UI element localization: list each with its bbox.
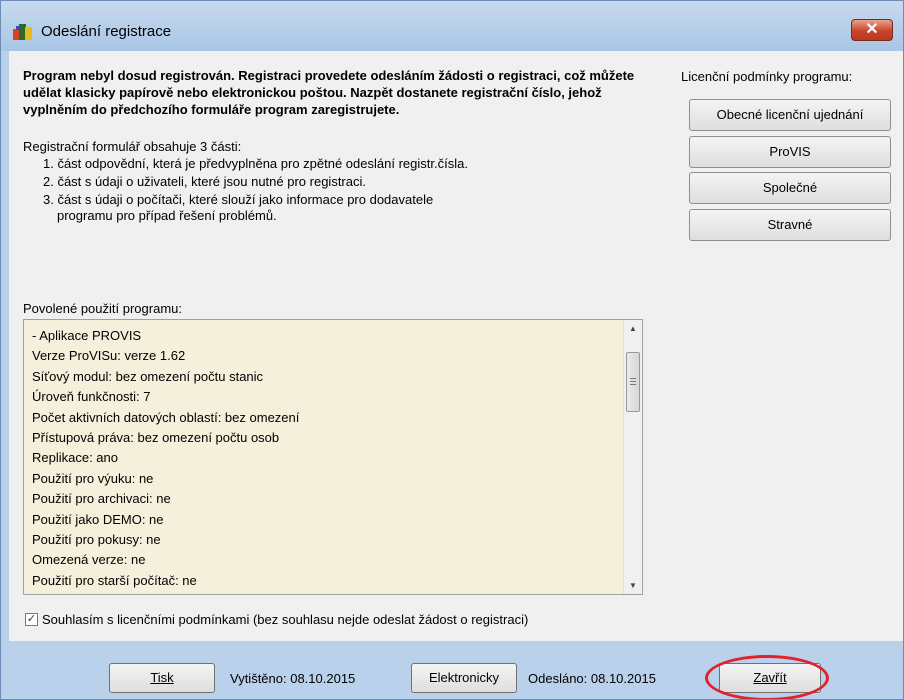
- grip-line: [630, 378, 636, 379]
- electronic-send-button[interactable]: Elektronicky: [411, 663, 517, 693]
- list-item: Použití pro starší počítač: ne: [32, 572, 197, 588]
- list-item: Síťový modul: bez omezení počtu stanic: [32, 368, 264, 384]
- window-title: Odeslání registrace: [41, 23, 172, 40]
- scroll-up-arrow-icon[interactable]: ▲: [624, 320, 642, 337]
- parts-list: 1. část odpovědní, která je předvyplněna…: [43, 156, 663, 226]
- intro-text: Program nebyl dosud registrován. Registr…: [23, 68, 635, 117]
- list-item: 2. část s údaji o uživateli, které jsou …: [43, 174, 663, 190]
- grip-line: [630, 381, 636, 382]
- list-item: Přístupová práva: bez omezení počtu osob: [32, 430, 280, 446]
- list-item: Počet aktivních datových oblastí: bez om…: [32, 409, 300, 425]
- electronic-button-label: Elektronicky: [428, 670, 500, 685]
- part-text: 3. část s údaji o počítači, které slouží…: [43, 192, 434, 207]
- list-item: Úroveň funkčnosti: 7: [32, 389, 151, 405]
- usage-listbox[interactable]: - Aplikace PROVIS Verze ProVISu: verze 1…: [23, 319, 643, 595]
- annotation-highlight-ellipse: [705, 655, 829, 699]
- license-title: Licenční podmínky programu:: [681, 69, 853, 84]
- app-logo-icon: [13, 23, 33, 41]
- close-window-button[interactable]: ✕: [851, 19, 893, 41]
- parts-title: Registrační formulář obsahuje 3 části:: [23, 139, 242, 154]
- list-item: - Aplikace PROVIS: [32, 328, 142, 343]
- print-button-label: Tisk: [150, 670, 174, 685]
- part-text: 2. část s údaji o uživateli, které jsou …: [43, 174, 366, 189]
- title-bar[interactable]: Odeslání registrace ✕: [1, 1, 903, 51]
- list-item: Použití pro pokusy: ne: [32, 532, 161, 548]
- registration-dialog: Odeslání registrace ✕ Program nebyl dosu…: [0, 0, 904, 700]
- common-license-button[interactable]: Společné: [689, 172, 891, 204]
- sent-status: Odesláno: 08.10.2015: [528, 671, 656, 686]
- vertical-scrollbar[interactable]: ▲ ▼: [623, 320, 642, 594]
- list-item: Omezená verze: ne: [32, 552, 146, 568]
- usage-list: - Aplikace PROVIS Verze ProVISu: verze 1…: [32, 326, 612, 591]
- consent-label: Souhlasím s licenčními podmínkami (bez s…: [42, 612, 529, 627]
- usage-label: Povolené použití programu:: [23, 301, 182, 316]
- list-item: 3. část s údaji o počítači, které slouží…: [43, 192, 663, 224]
- list-item: Použití jako DEMO: ne: [32, 511, 164, 527]
- general-license-button[interactable]: Obecné licenční ujednání: [689, 99, 891, 131]
- grip-line: [630, 384, 636, 385]
- consent-checkbox[interactable]: ✓: [25, 613, 38, 626]
- scroll-down-arrow-icon[interactable]: ▼: [624, 577, 642, 594]
- list-item: Verze ProVISu: verze 1.62: [32, 348, 186, 364]
- list-item: Použití pro výuku: ne: [32, 470, 154, 486]
- scroll-thumb[interactable]: [626, 352, 640, 412]
- meals-license-button[interactable]: Stravné: [689, 209, 891, 241]
- list-item: Replikace: ano: [32, 450, 118, 466]
- printed-status: Vytištěno: 08.10.2015: [230, 671, 356, 686]
- provis-license-button[interactable]: ProVIS: [689, 136, 891, 168]
- part-text-continued: programu pro případ řešení problémů.: [57, 208, 277, 223]
- print-button[interactable]: Tisk: [109, 663, 215, 693]
- list-item: 1. část odpovědní, která je předvyplněna…: [43, 156, 663, 172]
- part-text: 1. část odpovědní, která je předvyplněna…: [43, 156, 468, 171]
- list-item: Použití pro archivaci: ne: [32, 491, 171, 507]
